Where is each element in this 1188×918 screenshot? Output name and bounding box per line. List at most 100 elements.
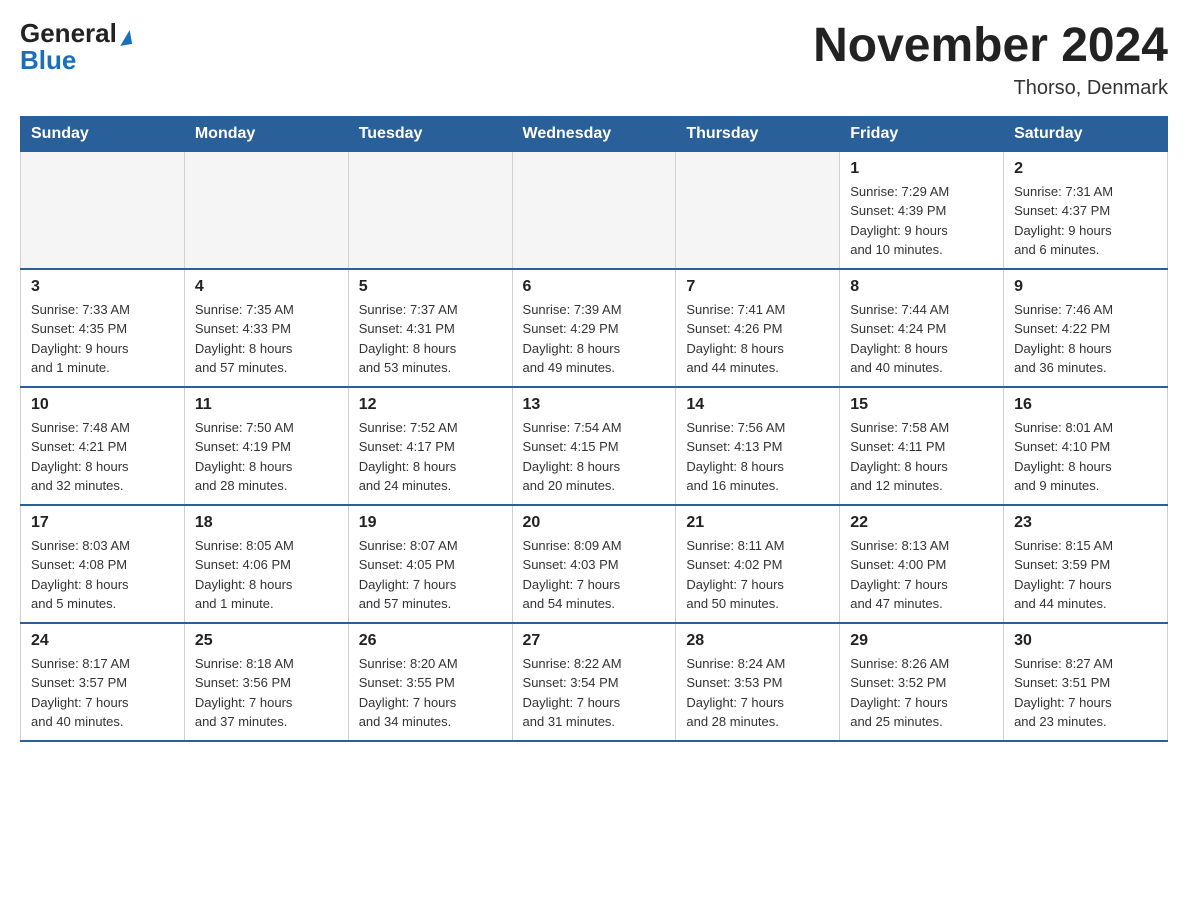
calendar-cell	[21, 151, 185, 269]
calendar-cell	[184, 151, 348, 269]
weekday-header-saturday: Saturday	[1004, 116, 1168, 151]
day-number: 29	[850, 632, 993, 650]
calendar-cell: 24 Sunrise: 8:17 AMSunset: 3:57 PMDayligh…	[21, 623, 185, 741]
day-info: Sunrise: 7:50 AMSunset: 4:19 PMDaylight:…	[195, 418, 338, 496]
day-info: Sunrise: 7:33 AMSunset: 4:35 PMDaylight:…	[31, 300, 174, 378]
day-number: 2	[1014, 160, 1157, 178]
calendar-cell: 16 Sunrise: 8:01 AMSunset: 4:10 PMDayligh…	[1004, 387, 1168, 505]
calendar-cell: 25 Sunrise: 8:18 AMSunset: 3:56 PMDayligh…	[184, 623, 348, 741]
day-info: Sunrise: 8:13 AMSunset: 4:00 PMDaylight:…	[850, 536, 993, 614]
weekday-header-tuesday: Tuesday	[348, 116, 512, 151]
day-info: Sunrise: 7:31 AMSunset: 4:37 PMDaylight:…	[1014, 182, 1157, 260]
calendar-cell: 9Sunrise: 7:46 AMSunset: 4:22 PMDaylight…	[1004, 269, 1168, 387]
day-info: Sunrise: 8:05 AMSunset: 4:06 PMDaylight:…	[195, 536, 338, 614]
calendar-cell: 21 Sunrise: 8:11 AMSunset: 4:02 PMDayligh…	[676, 505, 840, 623]
calendar-cell: 13Sunrise: 7:54 AMSunset: 4:15 PMDayligh…	[512, 387, 676, 505]
calendar-cell: 10 Sunrise: 7:48 AMSunset: 4:21 PMDayligh…	[21, 387, 185, 505]
day-number: 15	[850, 396, 993, 414]
day-number: 19	[359, 514, 502, 532]
calendar-cell: 14 Sunrise: 7:56 AMSunset: 4:13 PMDayligh…	[676, 387, 840, 505]
day-number: 7	[686, 278, 829, 296]
day-number: 17	[31, 514, 174, 532]
day-info: Sunrise: 7:52 AMSunset: 4:17 PMDaylight:…	[359, 418, 502, 496]
day-number: 23	[1014, 514, 1157, 532]
calendar-cell: 26 Sunrise: 8:20 AMSunset: 3:55 PMDayligh…	[348, 623, 512, 741]
calendar-cell: 17Sunrise: 8:03 AMSunset: 4:08 PMDayligh…	[21, 505, 185, 623]
calendar-cell: 7 Sunrise: 7:41 AMSunset: 4:26 PMDaylight…	[676, 269, 840, 387]
day-info: Sunrise: 8:26 AMSunset: 3:52 PMDaylight:…	[850, 654, 993, 732]
calendar-cell: 27 Sunrise: 8:22 AMSunset: 3:54 PMDayligh…	[512, 623, 676, 741]
calendar-cell: 6Sunrise: 7:39 AMSunset: 4:29 PMDaylight…	[512, 269, 676, 387]
day-info: Sunrise: 8:17 AMSunset: 3:57 PMDaylight:…	[31, 654, 174, 732]
day-number: 8	[850, 278, 993, 296]
weekday-header-friday: Friday	[840, 116, 1004, 151]
calendar-cell	[676, 151, 840, 269]
weekday-header-sunday: Sunday	[21, 116, 185, 151]
day-info: Sunrise: 8:01 AMSunset: 4:10 PMDaylight:…	[1014, 418, 1157, 496]
logo-top: General	[20, 20, 131, 47]
day-info: Sunrise: 8:27 AMSunset: 3:51 PMDaylight:…	[1014, 654, 1157, 732]
month-title: November 2024	[813, 20, 1168, 73]
day-number: 12	[359, 396, 502, 414]
calendar-cell: 11 Sunrise: 7:50 AMSunset: 4:19 PMDayligh…	[184, 387, 348, 505]
day-info: Sunrise: 7:35 AMSunset: 4:33 PMDaylight:…	[195, 300, 338, 378]
calendar-cell: 23Sunrise: 8:15 AMSunset: 3:59 PMDayligh…	[1004, 505, 1168, 623]
calendar-cell: 19 Sunrise: 8:07 AMSunset: 4:05 PMDayligh…	[348, 505, 512, 623]
day-info: Sunrise: 7:39 AMSunset: 4:29 PMDaylight:…	[523, 300, 666, 378]
calendar-cell	[512, 151, 676, 269]
calendar-cell: 28Sunrise: 8:24 AMSunset: 3:53 PMDayligh…	[676, 623, 840, 741]
day-number: 22	[850, 514, 993, 532]
calendar-cell: 8 Sunrise: 7:44 AMSunset: 4:24 PMDaylight…	[840, 269, 1004, 387]
week-row-4: 17Sunrise: 8:03 AMSunset: 4:08 PMDayligh…	[21, 505, 1168, 623]
day-info: Sunrise: 8:11 AMSunset: 4:02 PMDaylight:…	[686, 536, 829, 614]
day-number: 24	[31, 632, 174, 650]
calendar-cell: 2 Sunrise: 7:31 AMSunset: 4:37 PMDaylight…	[1004, 151, 1168, 269]
calendar-cell: 18 Sunrise: 8:05 AMSunset: 4:06 PMDayligh…	[184, 505, 348, 623]
day-info: Sunrise: 8:20 AMSunset: 3:55 PMDaylight:…	[359, 654, 502, 732]
day-number: 27	[523, 632, 666, 650]
day-info: Sunrise: 7:44 AMSunset: 4:24 PMDaylight:…	[850, 300, 993, 378]
weekday-header-thursday: Thursday	[676, 116, 840, 151]
day-number: 25	[195, 632, 338, 650]
day-number: 21	[686, 514, 829, 532]
day-number: 13	[523, 396, 666, 414]
day-number: 16	[1014, 396, 1157, 414]
day-number: 11	[195, 396, 338, 414]
weekday-header-monday: Monday	[184, 116, 348, 151]
calendar-cell: 30 Sunrise: 8:27 AMSunset: 3:51 PMDayligh…	[1004, 623, 1168, 741]
day-number: 14	[686, 396, 829, 414]
calendar-cell: 5Sunrise: 7:37 AMSunset: 4:31 PMDaylight…	[348, 269, 512, 387]
calendar-cell: 1Sunrise: 7:29 AMSunset: 4:39 PMDaylight…	[840, 151, 1004, 269]
calendar-cell: 15 Sunrise: 7:58 AMSunset: 4:11 PMDayligh…	[840, 387, 1004, 505]
location: Thorso, Denmark	[813, 77, 1168, 100]
day-number: 18	[195, 514, 338, 532]
week-row-3: 10 Sunrise: 7:48 AMSunset: 4:21 PMDayligh…	[21, 387, 1168, 505]
day-info: Sunrise: 7:48 AMSunset: 4:21 PMDaylight:…	[31, 418, 174, 496]
day-number: 10	[31, 396, 174, 414]
weekday-header-row: SundayMondayTuesdayWednesdayThursdayFrid…	[21, 116, 1168, 151]
day-info: Sunrise: 7:58 AMSunset: 4:11 PMDaylight:…	[850, 418, 993, 496]
logo-blue-text: Blue	[20, 47, 76, 73]
day-info: Sunrise: 7:46 AMSunset: 4:22 PMDaylight:…	[1014, 300, 1157, 378]
day-number: 28	[686, 632, 829, 650]
logo: General Blue	[20, 20, 131, 73]
calendar-cell: 29 Sunrise: 8:26 AMSunset: 3:52 PMDayligh…	[840, 623, 1004, 741]
day-number: 26	[359, 632, 502, 650]
day-number: 4	[195, 278, 338, 296]
day-info: Sunrise: 8:18 AMSunset: 3:56 PMDaylight:…	[195, 654, 338, 732]
title-area: November 2024 Thorso, Denmark	[813, 20, 1168, 100]
day-info: Sunrise: 7:56 AMSunset: 4:13 PMDaylight:…	[686, 418, 829, 496]
calendar-cell: 3 Sunrise: 7:33 AMSunset: 4:35 PMDaylight…	[21, 269, 185, 387]
day-number: 30	[1014, 632, 1157, 650]
calendar-cell: 12 Sunrise: 7:52 AMSunset: 4:17 PMDayligh…	[348, 387, 512, 505]
day-number: 3	[31, 278, 174, 296]
week-row-5: 24 Sunrise: 8:17 AMSunset: 3:57 PMDayligh…	[21, 623, 1168, 741]
day-info: Sunrise: 7:29 AMSunset: 4:39 PMDaylight:…	[850, 182, 993, 260]
week-row-1: 1Sunrise: 7:29 AMSunset: 4:39 PMDaylight…	[21, 151, 1168, 269]
day-info: Sunrise: 7:41 AMSunset: 4:26 PMDaylight:…	[686, 300, 829, 378]
logo-triangle-icon	[118, 30, 132, 46]
day-number: 20	[523, 514, 666, 532]
day-info: Sunrise: 8:22 AMSunset: 3:54 PMDaylight:…	[523, 654, 666, 732]
day-info: Sunrise: 8:07 AMSunset: 4:05 PMDaylight:…	[359, 536, 502, 614]
day-info: Sunrise: 8:09 AMSunset: 4:03 PMDaylight:…	[523, 536, 666, 614]
